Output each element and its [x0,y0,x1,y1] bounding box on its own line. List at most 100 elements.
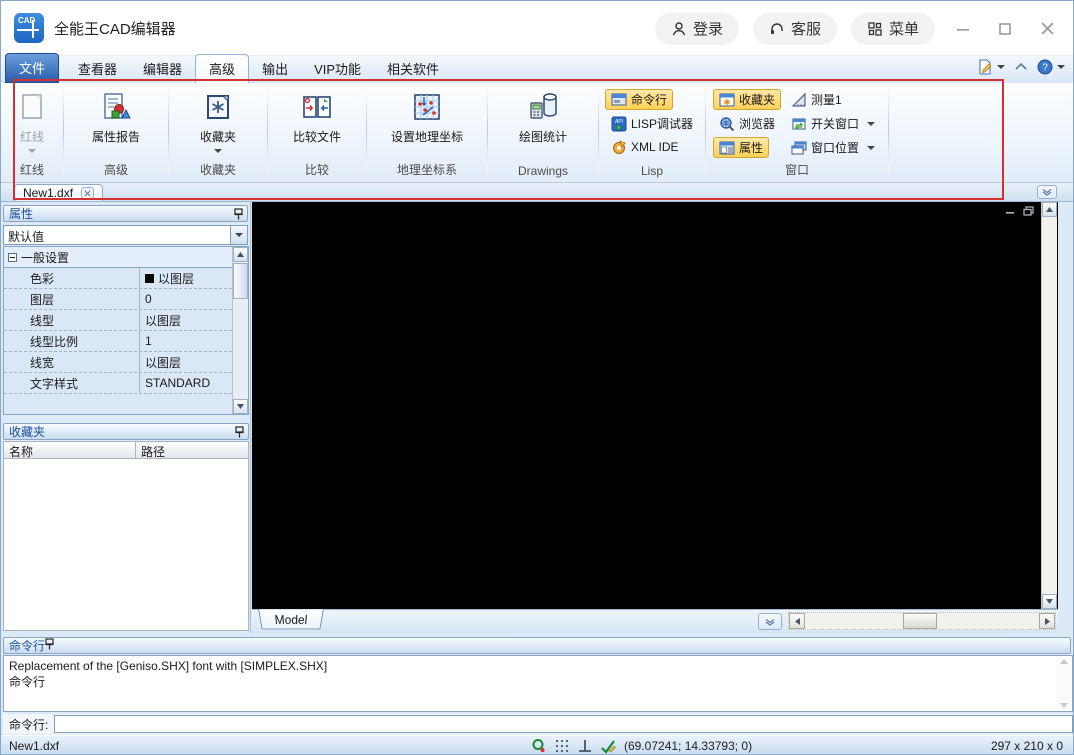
scroll-down-arrow[interactable] [1059,703,1068,708]
property-grid-scrollbar[interactable] [232,247,248,414]
canvas-vertical-scrollbar[interactable] [1041,202,1057,609]
minimize-button[interactable] [949,15,977,43]
ribbon: 红线 红线 属性报告 高级 收藏夹 收藏夹 比较文件 比较 设置地理坐标 地理坐… [1,83,1073,183]
preset-dropdown[interactable]: 默认值 [3,225,248,245]
xml-ide-label: XML IDE [630,140,679,154]
model-tab-strip: Model [252,609,1058,633]
maximize-button[interactable] [991,15,1019,43]
property-row[interactable]: 线宽 以图层 [4,352,232,373]
status-file-name: New1.dxf [9,739,60,753]
command-input[interactable] [54,715,1073,733]
property-label: 图层 [30,292,55,307]
favorites-list[interactable] [3,459,249,631]
headset-icon [770,22,783,34]
menu-label: 菜单 [888,21,919,38]
document-tab[interactable]: New1.dxf [14,184,104,201]
dropdown-button[interactable] [230,226,247,244]
status-dimensions: 297 x 210 x 0 [990,739,1063,753]
command-input-row: 命令行: [3,714,1073,734]
property-label: 线宽 [30,355,55,370]
canvas-minimize-button[interactable] [1005,206,1015,216]
command-output-line: 命令行 [9,675,46,689]
measure-icon [791,91,806,107]
property-group-row[interactable]: 一般设置 [4,247,232,268]
set-geo-coords-button[interactable]: 设置地理坐标 [385,87,469,147]
tabbar-expand-button[interactable] [1037,185,1057,199]
scroll-down-arrow[interactable] [233,399,248,414]
maximize-icon [999,22,1011,35]
menu-grid-icon [868,21,882,36]
drawing-stats-button[interactable]: 绘图统计 [513,87,573,147]
favorites-panel-toggle[interactable]: 收藏夹 [712,89,781,110]
redline-button[interactable]: 红线 [10,87,54,155]
group-label-window: 窗口 [784,163,809,177]
property-row[interactable]: 线型 以图层 [4,310,232,331]
scroll-up-arrow[interactable] [1059,659,1068,664]
canvas-horizontal-scrollbar[interactable] [788,612,1056,630]
favorites-panel-icon [719,93,735,106]
pin-icon[interactable] [45,638,54,653]
ortho-icon[interactable] [577,738,593,754]
color-swatch [145,273,154,283]
property-row[interactable]: 文字样式 STANDARD [4,373,232,394]
collapse-ribbon-button[interactable] [1014,61,1028,73]
xml-ide-button[interactable]: XML IDE [605,137,685,157]
tab-advanced[interactable]: 高级 [195,54,250,83]
property-report-button[interactable]: 属性报告 [86,87,146,147]
scrollbar-thumb[interactable] [903,613,937,629]
lisp-debugger-button[interactable]: API LISP调试器 [605,113,699,134]
property-value: 1 [139,331,232,351]
draft-check-icon[interactable] [600,738,616,754]
login-label: 登录 [692,21,723,38]
column-header-path[interactable]: 路径 [136,441,249,459]
toggle-window-button[interactable]: 开关窗口 [785,113,881,134]
service-button[interactable]: 客服 [752,12,837,45]
browser-button[interactable]: 浏览器 [713,113,781,134]
command-line-toggle[interactable]: 命令行 [604,89,673,110]
close-button[interactable] [1033,15,1061,43]
scroll-left-arrow[interactable] [789,613,805,629]
chevron-down-icon [1042,189,1052,196]
tab-output[interactable]: 输出 [249,55,301,83]
scroll-up-arrow[interactable] [233,247,248,262]
property-row[interactable]: 线型比例 1 [4,331,232,352]
command-line-icon [611,93,627,105]
measure1-button[interactable]: 测量1 [785,89,848,110]
osnap-icon[interactable] [531,738,547,754]
collapse-icon[interactable] [8,252,17,262]
menu-button[interactable]: 菜单 [850,12,935,45]
property-row[interactable]: 色彩 以图层 [4,268,232,289]
command-output-scrollbar[interactable] [1056,657,1071,710]
drawing-stats-label: 绘图统计 [518,130,567,144]
drawing-canvas[interactable] [252,202,1058,609]
compare-files-button[interactable]: 比较文件 [287,87,347,147]
pin-icon[interactable] [235,426,244,441]
grid-dots-icon[interactable] [554,738,570,754]
document-tab-close-button[interactable] [81,187,95,199]
property-row[interactable]: 图层 0 [4,289,232,310]
canvas-restore-button[interactable] [1023,206,1034,216]
scroll-up-arrow[interactable] [1042,202,1057,217]
layout-expand-button[interactable] [758,613,782,630]
page-edit-icon [979,59,992,75]
scroll-right-arrow[interactable] [1039,613,1055,629]
tab-related[interactable]: 相关软件 [374,55,452,83]
tab-file[interactable]: 文件 [5,53,60,83]
tab-editor[interactable]: 编辑器 [130,55,195,83]
tab-vip[interactable]: VIP功能 [301,55,374,83]
properties-panel-toggle[interactable]: 属性 [712,137,769,158]
help-button[interactable]: ? [1037,59,1065,75]
tab-viewer[interactable]: 查看器 [65,55,130,83]
scroll-down-arrow[interactable] [1042,594,1057,609]
window-position-icon [791,141,807,154]
window-position-button[interactable]: 窗口位置 [785,137,881,158]
scrollbar-thumb[interactable] [233,263,248,299]
command-output[interactable]: Replacement of the [Geniso.SHX] font wit… [3,655,1073,712]
login-button[interactable]: 登录 [654,12,739,45]
ribbon-group-favorites: 收藏夹 收藏夹 [169,83,267,182]
column-header-name[interactable]: 名称 [3,441,136,459]
quick-edit-button[interactable] [977,59,1005,75]
favorites-big-button[interactable]: 收藏夹 [194,87,242,155]
model-tab[interactable]: Model [258,609,324,630]
pin-icon[interactable] [234,208,243,223]
